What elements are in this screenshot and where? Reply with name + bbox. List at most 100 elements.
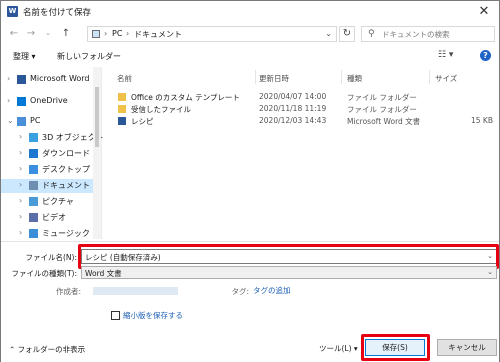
word-doc-icon	[118, 117, 126, 125]
file-type: Microsoft Word 文書	[347, 117, 421, 126]
author-label: 作成者:	[55, 287, 81, 296]
file-date: 2020/12/03 14:43	[259, 116, 327, 125]
breadcrumb-pc[interactable]: PC	[112, 29, 122, 38]
file-row[interactable]: Office のカスタム テンプレート 2020/04/07 14:00 ファイル …	[113, 92, 493, 104]
recent-locations-chevron-icon[interactable]: ⌄	[41, 26, 55, 41]
navigation-pane: › Microsoft Word › OneDrive ⌄ PC › 3D オブジェクト › ダウ…	[1, 67, 104, 241]
sidebar-item-label: ドキュメント	[42, 181, 90, 190]
breadcrumb-separator-icon: ›	[104, 29, 108, 38]
file-size: 15 KB	[471, 116, 493, 125]
sidebar-item-label: デスクトップ	[42, 165, 90, 174]
expand-chevron-icon[interactable]: ›	[7, 74, 10, 83]
dialog-title: 名前を付けて保存	[23, 8, 92, 18]
filetype-select[interactable]: Word 文書 ⌄	[81, 266, 497, 279]
expand-chevron-icon[interactable]: ›	[19, 132, 22, 141]
sidebar-item-label: ピクチャ	[42, 197, 74, 206]
expand-chevron-icon[interactable]: ›	[19, 180, 22, 189]
sidebar-item[interactable]: ⌄ PC	[1, 115, 101, 129]
hide-folders-button[interactable]: ⌃ フォルダーの非表示	[9, 344, 85, 355]
sidebar-item[interactable]: › ピクチャ	[1, 195, 101, 209]
chevron-down-icon[interactable]: ⌄	[325, 29, 332, 38]
pictures-icon	[29, 197, 38, 206]
file-name: 受信したファイル	[131, 105, 191, 114]
tools-menu-button[interactable]: ツール(L) ▾	[319, 343, 358, 354]
organize-menu-button[interactable]: 整理 ▾	[13, 51, 36, 62]
title-bar: W 名前を付けて保存 ✕	[1, 1, 499, 23]
breadcrumb-separator-icon: ›	[126, 29, 130, 38]
view-options-icon[interactable]: ☷ ▾	[438, 50, 453, 60]
author-field[interactable]	[93, 287, 178, 295]
column-divider[interactable]	[341, 70, 342, 84]
file-row[interactable]: 受信したファイル 2020/11/18 11:19 ファイル フォルダー	[113, 104, 493, 116]
chevron-up-icon: ⌃	[9, 345, 18, 354]
folder-icon	[118, 105, 126, 113]
column-header-date[interactable]: 更新日時	[259, 73, 289, 84]
column-divider[interactable]	[429, 70, 430, 84]
cloud-icon	[17, 97, 26, 106]
new-folder-button[interactable]: 新しいフォルダー	[57, 51, 121, 62]
sidebar-item[interactable]: › ミュージック	[1, 227, 101, 241]
chevron-down-icon[interactable]: ⌄	[487, 268, 493, 276]
sidebar-item-label: ミュージック	[42, 229, 90, 238]
tools-label: ツール(L)	[319, 344, 352, 353]
back-arrow-icon[interactable]: ←	[7, 26, 21, 41]
sidebar-item[interactable]: › デスクトップ	[1, 163, 101, 177]
expand-chevron-icon[interactable]: ⌄	[7, 116, 14, 125]
pc-icon	[92, 30, 100, 38]
sidebar-item-label: ダウンロード	[42, 149, 90, 158]
hide-folders-label: フォルダーの非表示	[17, 345, 86, 354]
file-date: 2020/11/18 11:19	[259, 104, 327, 113]
forward-arrow-icon[interactable]: →	[24, 26, 38, 41]
sidebar-item[interactable]: › Microsoft Word	[1, 73, 101, 87]
filetype-label: ファイルの種類(T):	[11, 269, 77, 278]
refresh-button[interactable]: ↻	[339, 26, 355, 42]
file-type: ファイル フォルダー	[347, 105, 417, 114]
file-date: 2020/04/07 14:00	[259, 92, 327, 101]
pc-icon	[17, 117, 26, 126]
column-header-type[interactable]: 種類	[347, 73, 362, 84]
save-as-dialog: W 名前を付けて保存 ✕ ← → ⌄ ↑ › PC › ドキュメント ⌄ ↻ ⚲…	[0, 0, 500, 362]
sidebar-item-label: PC	[30, 116, 41, 125]
up-arrow-icon[interactable]: ↑	[59, 26, 73, 41]
sidebar-item-label: ビデオ	[42, 213, 66, 222]
scrollbar-thumb[interactable]	[95, 87, 99, 147]
close-button[interactable]: ✕	[473, 3, 495, 21]
save-thumbnail-checkbox[interactable]	[111, 311, 120, 320]
save-thumbnail-label[interactable]: 縮小版を保存する	[123, 310, 183, 321]
expand-chevron-icon[interactable]: ›	[19, 164, 22, 173]
file-row[interactable]: レシピ 2020/12/03 14:43 Microsoft Word 文書 15 K…	[113, 116, 493, 128]
caret-down-icon: ▾	[353, 344, 358, 353]
column-header-name[interactable]: 名前	[117, 73, 132, 84]
music-icon	[29, 229, 38, 238]
address-bar[interactable]: › PC › ドキュメント ⌄	[87, 26, 337, 42]
column-divider[interactable]	[255, 70, 256, 84]
cancel-button[interactable]: キャンセル	[437, 339, 497, 356]
breadcrumb-documents[interactable]: ドキュメント	[134, 29, 182, 40]
expand-chevron-icon[interactable]: ›	[19, 148, 22, 157]
command-bar: 整理 ▾ 新しいフォルダー ☷ ▾ ?	[1, 46, 499, 66]
search-placeholder: ドキュメントの検索	[382, 30, 450, 39]
navigation-scrollbar[interactable]	[93, 67, 101, 239]
sidebar-item[interactable]: › 3D オブジェクト	[1, 131, 104, 145]
expand-chevron-icon[interactable]: ›	[19, 212, 22, 221]
search-input[interactable]: ⚲ ドキュメントの検索	[361, 26, 495, 42]
save-options-form: ファイル名(N): レシピ (自動保存済み) ⌄ ファイルの種類(T): Wor…	[1, 241, 499, 362]
sidebar-item[interactable]: › ダウンロード	[1, 147, 101, 161]
filename-label: ファイル名(N):	[25, 253, 78, 262]
tags-label: タグ:	[231, 287, 249, 296]
file-name: レシピ	[131, 117, 154, 126]
desktop-icon	[29, 165, 38, 174]
save-highlight-box	[361, 334, 430, 361]
help-icon[interactable]: ?	[480, 50, 491, 61]
expand-chevron-icon[interactable]: ›	[19, 196, 22, 205]
sidebar-item-label: OneDrive	[30, 96, 68, 105]
expand-chevron-icon[interactable]: ›	[19, 228, 22, 237]
documents-icon	[29, 181, 38, 190]
sidebar-item[interactable]: › OneDrive	[1, 95, 101, 109]
add-tags-link[interactable]: タグの追加	[253, 285, 291, 296]
column-header-size[interactable]: サイズ	[435, 73, 457, 84]
download-icon	[29, 149, 38, 158]
expand-chevron-icon[interactable]: ›	[7, 96, 10, 105]
sidebar-item[interactable]: › ドキュメント	[1, 179, 101, 193]
sidebar-item[interactable]: › ビデオ	[1, 211, 101, 225]
